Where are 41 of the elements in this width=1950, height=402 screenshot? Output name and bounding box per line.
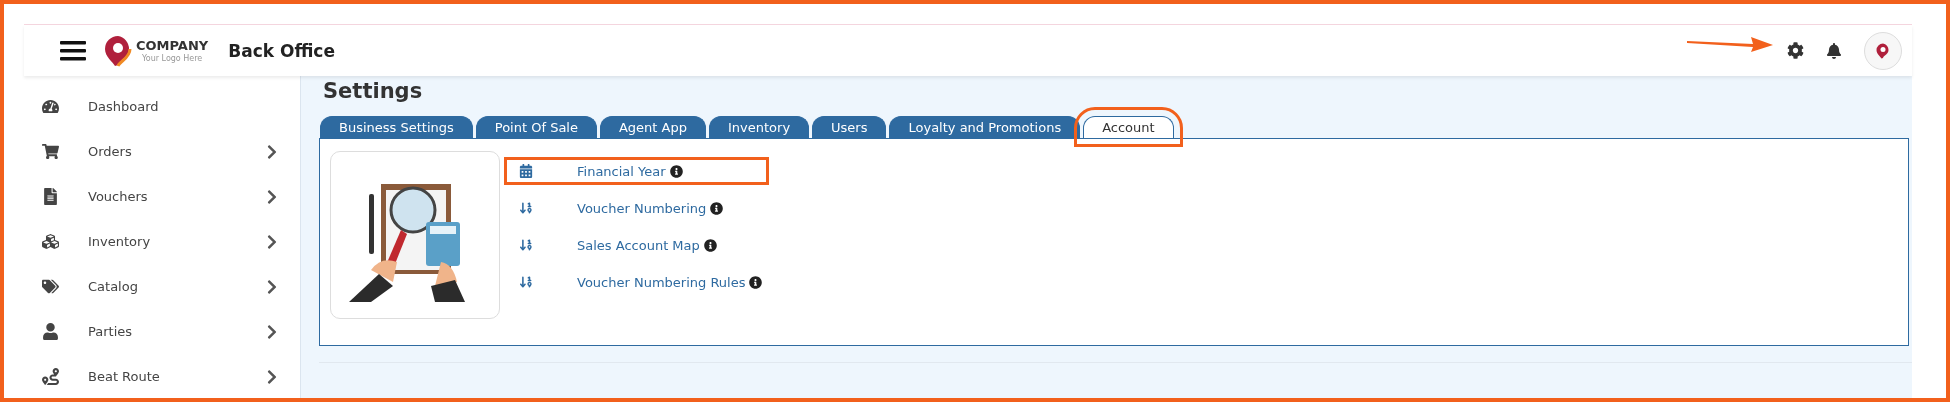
sort-icon — [519, 238, 533, 252]
avatar[interactable] — [1864, 31, 1902, 70]
tab[interactable]: Inventory — [709, 116, 810, 138]
user-icon — [42, 323, 59, 340]
sidebar-item[interactable]: Inventory — [24, 219, 300, 264]
tab[interactable]: Users — [812, 116, 887, 138]
sidebar-item[interactable]: Parties — [24, 309, 300, 354]
route-icon — [42, 368, 59, 385]
page-title: Settings — [322, 78, 424, 105]
cart-icon — [42, 143, 59, 160]
tab[interactable]: Point Of Sale — [475, 116, 597, 138]
logo-name: COMPANY — [136, 38, 209, 52]
sidebar-item[interactable]: Dashboard — [24, 84, 300, 129]
sidebar-item[interactable]: Vouchers — [24, 174, 300, 219]
sidebar-item[interactable]: Orders — [24, 129, 300, 174]
settings-link[interactable]: Voucher Numbering Rules — [577, 274, 746, 290]
settings-link[interactable]: Financial Year — [577, 163, 666, 179]
app-title: Back Office — [228, 40, 335, 61]
info-icon[interactable] — [710, 201, 724, 215]
gauge-icon — [42, 98, 59, 115]
sidebar-item[interactable]: Beat Route — [24, 354, 300, 398]
sidebar-item[interactable]: Catalog — [24, 264, 300, 309]
info-icon[interactable] — [703, 238, 717, 252]
tab[interactable]: Loyalty and Promotions — [889, 116, 1081, 138]
boxes-icon — [42, 233, 59, 250]
info-icon[interactable] — [749, 275, 763, 289]
calendar-icon — [519, 164, 533, 178]
settings-icon[interactable] — [1787, 42, 1804, 59]
settings-link[interactable]: Voucher Numbering — [577, 200, 707, 216]
tab[interactable]: Agent App — [599, 116, 706, 138]
document-icon — [42, 188, 59, 205]
sort-icon — [519, 201, 533, 215]
logo-tagline: Your Logo Here — [140, 53, 204, 63]
sort-icon — [519, 275, 533, 289]
menu-icon[interactable] — [60, 39, 86, 62]
bell-icon[interactable] — [1826, 42, 1842, 59]
tag-icon — [42, 278, 59, 295]
tab[interactable]: Business Settings — [320, 116, 473, 138]
logo-icon — [104, 34, 132, 67]
info-icon[interactable] — [669, 164, 683, 178]
settings-link[interactable]: Sales Account Map — [577, 237, 700, 253]
